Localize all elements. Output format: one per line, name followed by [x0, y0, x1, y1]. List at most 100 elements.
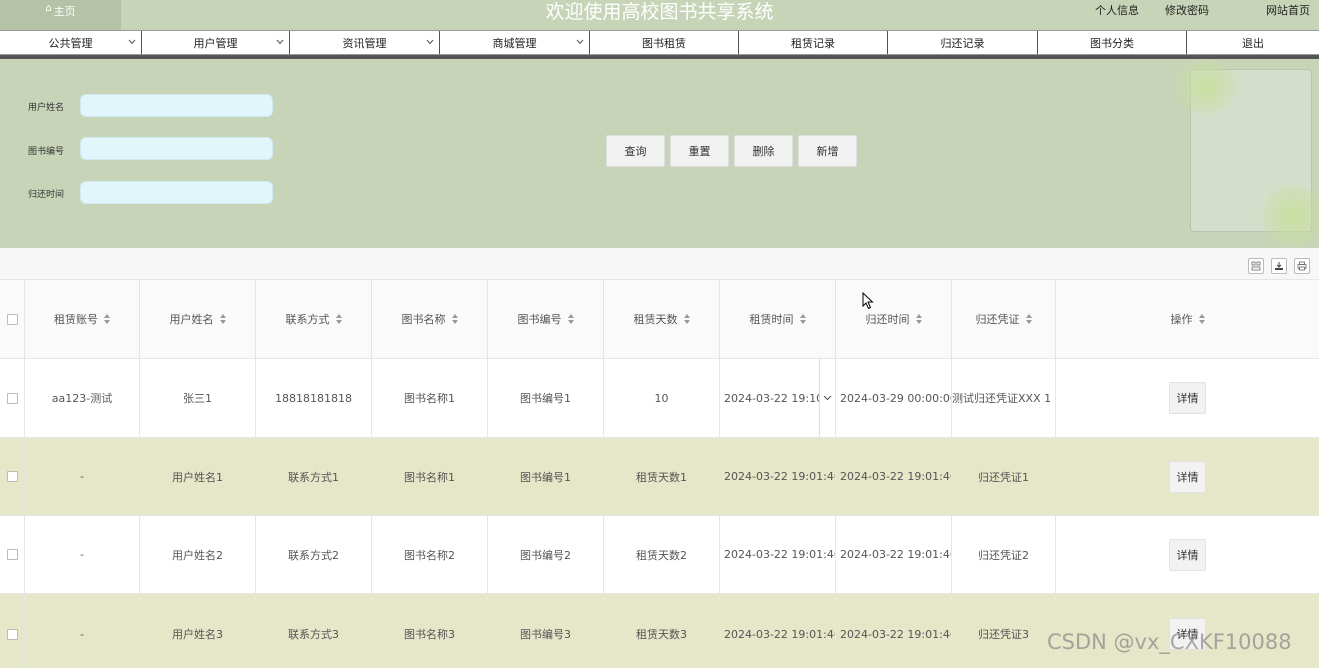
query-button[interactable]: 查询 — [606, 135, 665, 167]
column-label: 归还凭证 — [975, 313, 1020, 326]
row-checkbox[interactable] — [6, 549, 18, 560]
sort-icon — [683, 314, 690, 324]
site-home-link[interactable]: 网站首页 — [1266, 2, 1310, 18]
nav-label: 图书分类 — [1090, 36, 1134, 50]
table-cell: 2024-03-22 19:01:46 — [836, 438, 952, 515]
column-label: 租赁天数 — [633, 313, 678, 326]
column-label: 操作 — [1170, 313, 1193, 326]
rental-time-dropdown[interactable]: 2024-03-22 19:10: — [720, 359, 836, 437]
profile-link[interactable]: 个人信息 — [1095, 2, 1139, 18]
column-header[interactable]: 租赁天数 — [604, 280, 720, 358]
nav-logout[interactable]: 退出 — [1187, 31, 1319, 54]
sort-icon — [219, 314, 226, 324]
chevron-down-icon — [819, 359, 835, 437]
columns-icon[interactable] — [1248, 258, 1264, 274]
book-number-label: 图书编号 — [28, 147, 65, 157]
nav-rental-records[interactable]: 租赁记录 — [739, 31, 888, 54]
detail-button[interactable]: 详情 — [1169, 618, 1206, 650]
column-header[interactable]: 租赁账号 — [25, 280, 140, 358]
column-header[interactable]: 归还时间 — [836, 280, 952, 358]
table-row: aa123-测试 张三1 18818181818 图书名称1 图书编号1 10 … — [0, 359, 1319, 438]
decorative-circle — [1262, 185, 1319, 247]
username-label: 用户姓名 — [28, 103, 65, 113]
decorative-circle — [1175, 59, 1237, 114]
column-header[interactable]: 联系方式 — [256, 280, 372, 358]
table-cell: 租赁天数2 — [604, 516, 720, 593]
table-row: - 用户姓名3 联系方式3 图书名称3 图书编号3 租赁天数3 2024-03-… — [0, 594, 1319, 668]
main-nav: 公共管理 用户管理 资讯管理 商城管理 图书租赁 租赁记录 归还记录 图书分类 … — [0, 30, 1319, 55]
nav-book-categories[interactable]: 图书分类 — [1038, 31, 1187, 54]
detail-button[interactable]: 详情 — [1169, 538, 1206, 571]
nav-book-rental[interactable]: 图书租赁 — [590, 31, 739, 54]
column-header[interactable]: 图书编号 — [488, 280, 604, 358]
nav-label: 租赁记录 — [791, 36, 835, 50]
delete-button[interactable]: 删除 — [734, 135, 793, 167]
table-cell: 测试归还凭证XXX 1 2 — [952, 359, 1056, 437]
action-cell: 详情 — [1056, 516, 1319, 593]
table-cell: 18818181818 — [256, 359, 372, 437]
row-checkbox-cell — [0, 594, 25, 668]
table-cell: 归还凭证3 — [952, 594, 1056, 668]
column-label: 租赁时间 — [749, 313, 794, 326]
chevron-down-icon — [127, 37, 137, 47]
table-cell: 归还凭证1 — [952, 438, 1056, 515]
column-header[interactable]: 归还凭证 — [952, 280, 1056, 358]
rental-time-value: 2024-03-22 19:10: — [724, 391, 827, 405]
action-cell: 详情 — [1056, 359, 1319, 437]
column-header[interactable]: 图书名称 — [372, 280, 488, 358]
select-all-cell — [0, 280, 25, 358]
nav-return-records[interactable]: 归还记录 — [888, 31, 1038, 54]
home-label: 主页 — [53, 5, 76, 18]
table-cell: 张三1 — [140, 359, 256, 437]
column-label: 租赁账号 — [54, 313, 98, 326]
nav-public-management[interactable]: 公共管理 — [0, 31, 142, 54]
change-password-link[interactable]: 修改密码 — [1165, 2, 1209, 18]
column-label: 用户姓名 — [169, 313, 214, 326]
nav-news-management[interactable]: 资讯管理 — [290, 31, 440, 54]
sort-icon — [915, 314, 922, 324]
sort-icon — [1198, 314, 1205, 324]
chevron-down-icon — [575, 37, 585, 47]
detail-button[interactable]: 详情 — [1169, 382, 1206, 414]
return-time-input[interactable] — [80, 181, 273, 204]
column-label: 联系方式 — [285, 313, 330, 326]
table-cell: 图书编号2 — [488, 516, 604, 593]
select-all-checkbox[interactable] — [6, 313, 18, 325]
row-checkbox[interactable] — [6, 628, 18, 640]
nav-label: 公共管理 — [48, 36, 93, 50]
mouse-cursor-icon — [862, 292, 874, 310]
column-header[interactable]: 租赁时间 — [720, 280, 836, 358]
table-cell: 租赁天数1 — [604, 438, 720, 515]
row-checkbox-cell — [0, 516, 25, 593]
reset-button[interactable]: 重置 — [670, 135, 729, 167]
sort-icon — [567, 314, 574, 324]
table-row: - 用户姓名1 联系方式1 图书名称1 图书编号1 租赁天数1 2024-03-… — [0, 438, 1319, 516]
nav-user-management[interactable]: 用户管理 — [142, 31, 290, 54]
table-cell: 2024-03-22 19:01:46 — [720, 438, 836, 515]
column-header[interactable]: 操作 — [1056, 280, 1319, 358]
action-cell: 详情 — [1056, 438, 1319, 515]
column-label: 图书编号 — [517, 313, 562, 326]
row-checkbox[interactable] — [6, 392, 18, 404]
column-header[interactable]: 用户姓名 — [140, 280, 256, 358]
column-label: 图书名称 — [401, 313, 446, 326]
add-button[interactable]: 新增 — [798, 135, 857, 167]
book-number-input[interactable] — [80, 137, 273, 160]
table-cell: 2024-03-22 19:01:46 — [720, 516, 836, 593]
detail-button[interactable]: 详情 — [1169, 460, 1206, 493]
nav-label: 资讯管理 — [342, 36, 387, 50]
export-icon[interactable] — [1271, 258, 1287, 274]
nav-mall-management[interactable]: 商城管理 — [440, 31, 590, 54]
table-cell: 用户姓名2 — [140, 516, 256, 593]
username-input[interactable] — [80, 94, 273, 117]
table-cell: 用户姓名1 — [140, 438, 256, 515]
table-cell: aa123-测试 — [25, 359, 140, 437]
row-checkbox[interactable] — [6, 471, 18, 482]
table-cell: 租赁天数3 — [604, 594, 720, 668]
row-checkbox-cell — [0, 438, 25, 515]
sort-icon — [799, 314, 806, 324]
home-tab[interactable]: ⌂ 主页 — [0, 0, 121, 30]
table-cell: 10 — [604, 359, 720, 437]
print-icon[interactable] — [1294, 258, 1310, 274]
nav-label: 退出 — [1242, 36, 1264, 50]
